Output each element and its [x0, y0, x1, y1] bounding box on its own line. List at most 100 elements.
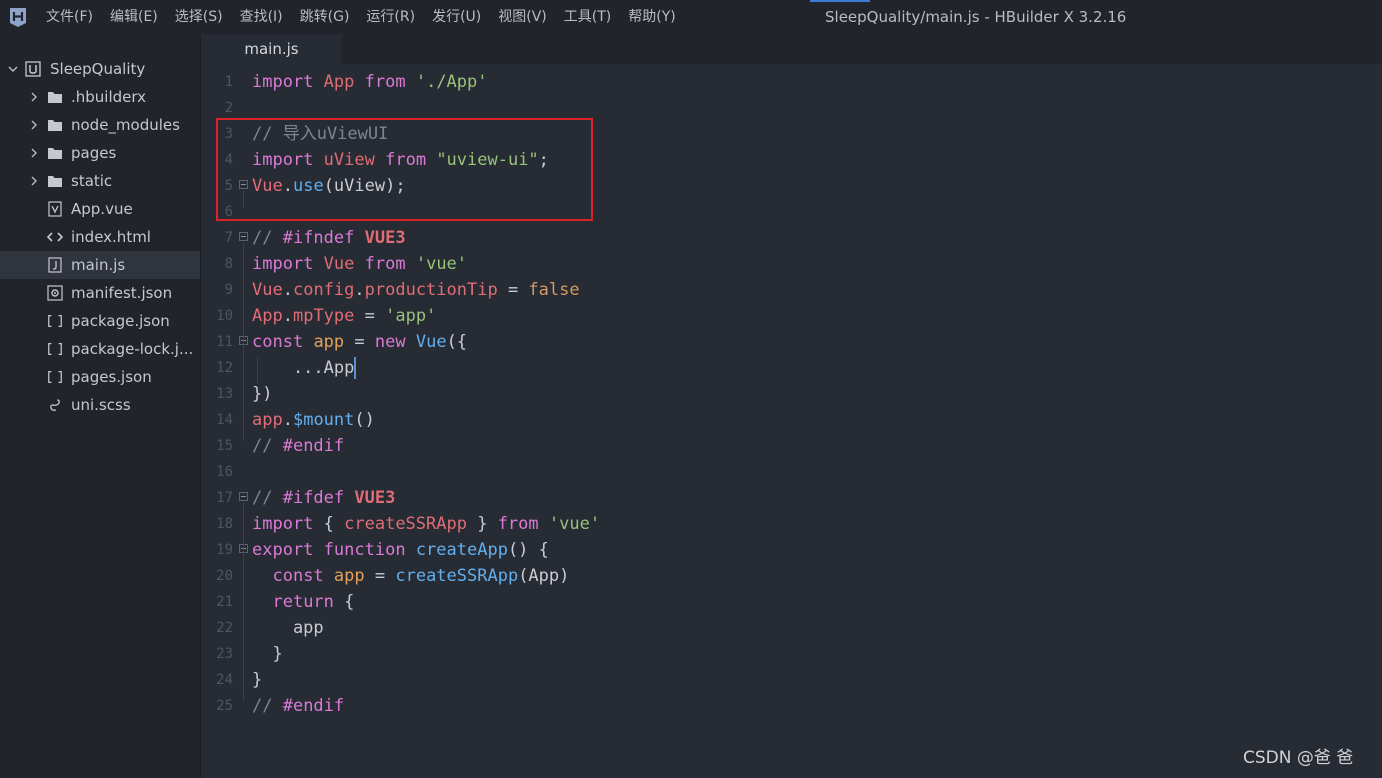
code-token: } [252, 644, 283, 664]
line-number: 9 [224, 282, 233, 298]
chevron-right-icon[interactable] [28, 119, 40, 131]
code-line[interactable]: 7 // #ifndef VUE3 [201, 225, 1382, 251]
menu-item[interactable]: 帮助(Y) [628, 8, 675, 26]
code-text: app.$mount() [252, 407, 375, 433]
tree-folder-item[interactable]: .hbuilderx [0, 83, 200, 111]
chevron-right-icon[interactable] [28, 91, 40, 103]
code-line[interactable]: 10 App.mpType = 'app' [201, 303, 1382, 329]
line-number: 13 [216, 386, 233, 402]
tree-file-item[interactable]: package.json [0, 307, 200, 335]
chevron-right-icon[interactable] [28, 147, 40, 159]
code-token: // [252, 436, 283, 456]
tree-folder-item[interactable]: pages [0, 139, 200, 167]
code-line[interactable]: 22 app [201, 615, 1382, 641]
code-token: // [252, 696, 283, 716]
tree-item-label: App.vue [71, 200, 133, 218]
code-token: return [272, 592, 334, 612]
line-number: 12 [216, 360, 233, 376]
tree-file-item[interactable]: manifest.json [0, 279, 200, 307]
code-line[interactable]: 25 // #endif [201, 693, 1382, 719]
code-token: = [364, 566, 396, 586]
code-line[interactable]: 20 const app = createSSRApp(App) [201, 563, 1382, 589]
code-line[interactable]: 9 Vue.config.productionTip = false [201, 277, 1382, 303]
code-line[interactable]: 11 const app = new Vue({ [201, 329, 1382, 355]
code-token: . [282, 306, 293, 326]
line-number: 10 [216, 308, 233, 324]
tree-file-item[interactable]: App.vue [0, 195, 200, 223]
code-line[interactable]: 17 // #ifdef VUE3 [201, 485, 1382, 511]
fold-toggle-icon[interactable] [239, 232, 248, 241]
menu-item[interactable]: 跳转(G) [300, 8, 350, 26]
line-number: 11 [216, 334, 233, 350]
code-text: // #endif [252, 693, 344, 719]
line-number: 14 [216, 412, 233, 428]
code-token: // [252, 228, 283, 248]
code-token: from [364, 72, 406, 92]
code-token: app [333, 566, 365, 586]
tree-item-label: pages [71, 144, 117, 162]
tree-file-item[interactable]: uni.scss [0, 391, 200, 419]
code-token: config [292, 280, 355, 300]
menu-item[interactable]: 编辑(E) [110, 8, 158, 26]
menu-item[interactable]: 工具(T) [564, 8, 611, 26]
tree-file-item[interactable]: package-lock.j... [0, 335, 200, 363]
tree-item-label: uni.scss [71, 396, 131, 414]
menu-item[interactable]: 文件(F) [46, 8, 93, 26]
chevron-down-icon[interactable] [7, 63, 19, 75]
tree-project-root[interactable]: SleepQuality [0, 55, 200, 83]
code-line[interactable]: 14 app.$mount() [201, 407, 1382, 433]
code-line[interactable]: 8 import Vue from 'vue' [201, 251, 1382, 277]
code-line[interactable]: 21 return { [201, 589, 1382, 615]
menu-item[interactable]: 运行(R) [366, 8, 415, 26]
code-token: import [252, 514, 314, 534]
tab-main-js[interactable]: main.js [201, 34, 342, 64]
code-line[interactable]: 13}) [201, 381, 1382, 407]
fold-toggle-icon[interactable] [239, 492, 248, 501]
tree-file-item[interactable]: main.js [0, 251, 200, 279]
menu-item[interactable]: 发行(U) [432, 8, 481, 26]
tree-folder-item[interactable]: node_modules [0, 111, 200, 139]
code-line[interactable]: 12 ...App [201, 355, 1382, 381]
tree-file-item[interactable]: pages.json [0, 363, 200, 391]
code-token: () [354, 410, 375, 430]
line-number: 15 [216, 438, 233, 454]
menu-item[interactable]: 选择(S) [175, 8, 223, 26]
line-number: 25 [216, 698, 233, 714]
chevron-right-icon[interactable] [28, 175, 40, 187]
code-line[interactable]: 16 [201, 459, 1382, 485]
code-line[interactable]: 15 // #endif [201, 433, 1382, 459]
code-line[interactable]: 24} [201, 667, 1382, 693]
code-text: // #endif [252, 433, 344, 459]
code-token: 'app' [385, 306, 437, 326]
code-token: const [252, 332, 304, 352]
menu-item[interactable]: 查找(I) [240, 8, 283, 26]
line-number: 18 [216, 516, 233, 532]
tree-file-item[interactable]: index.html [0, 223, 200, 251]
code-token: './App' [415, 72, 488, 92]
line-number: 19 [216, 542, 233, 558]
code-line[interactable]: 1 import App from './App' [201, 69, 1382, 95]
json-file-icon [47, 313, 63, 329]
code-line[interactable]: 18 import { createSSRApp } from 'vue' [201, 511, 1382, 537]
code-text: import App from './App' [252, 69, 488, 95]
manifest-file-icon [47, 285, 63, 301]
tree-folder-item[interactable]: static [0, 167, 200, 195]
code-line[interactable]: 19 export function createApp() { [201, 537, 1382, 563]
code-line[interactable]: 23 } [201, 641, 1382, 667]
code-token: { [333, 592, 355, 612]
line-number: 17 [216, 490, 233, 506]
code-text: export function createApp() { [252, 537, 549, 563]
editor-tab-bar: main.js [201, 34, 1382, 64]
code-text: const app = new Vue({ [252, 329, 467, 355]
menu-item[interactable]: 视图(V) [498, 8, 547, 26]
code-token: createApp [415, 540, 508, 560]
hbuilderx-logo-icon[interactable] [8, 6, 28, 28]
code-token: (App) [518, 566, 570, 586]
